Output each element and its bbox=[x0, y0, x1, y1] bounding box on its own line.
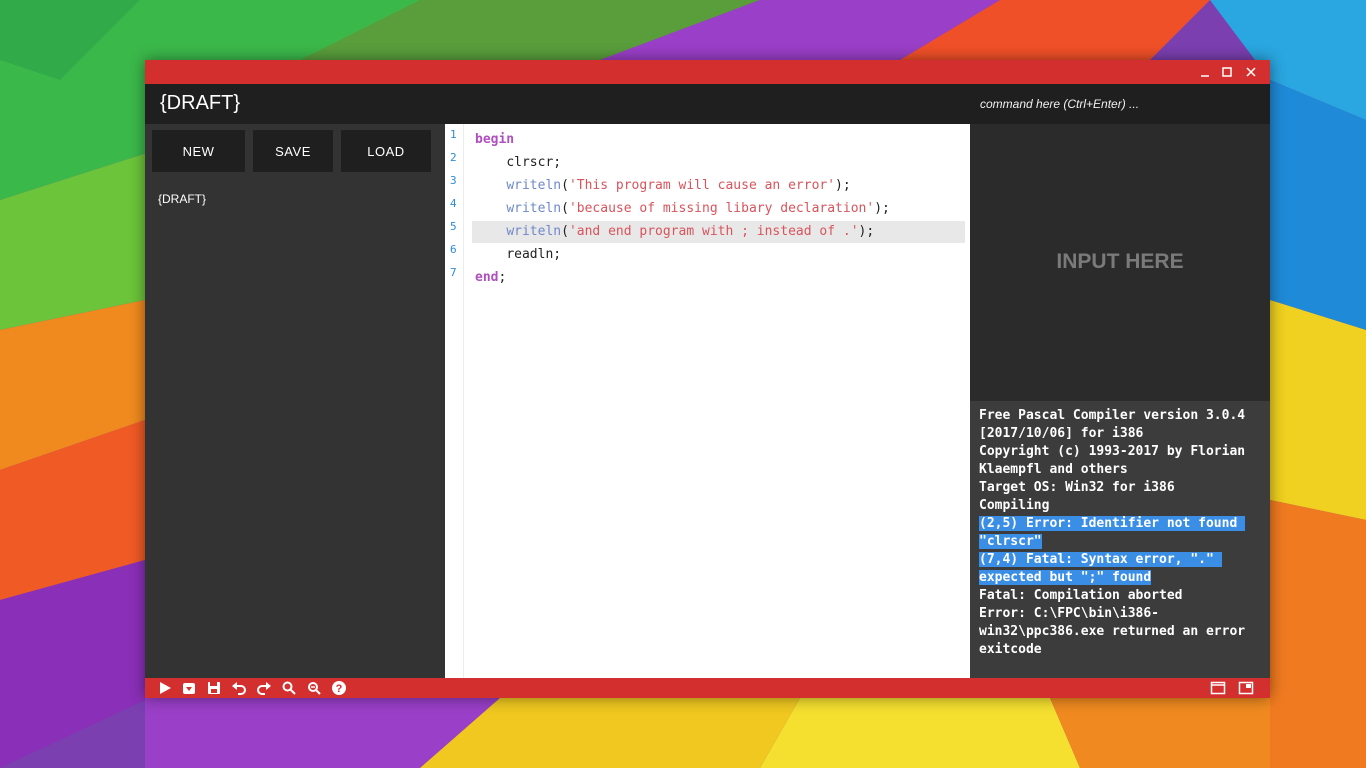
save-button[interactable]: SAVE bbox=[253, 130, 333, 172]
output-line: Fatal: Compilation aborted bbox=[979, 587, 1261, 605]
code-token: readln; bbox=[506, 247, 562, 262]
new-button[interactable]: NEW bbox=[152, 130, 245, 172]
code-token: 'and end program with ; instead of .' bbox=[568, 224, 859, 239]
selected-output-text: (7,4) Fatal: Syntax error, "." bbox=[979, 552, 1222, 567]
code-token: writeln bbox=[506, 224, 562, 239]
code-token: ); bbox=[874, 201, 890, 216]
output-line: Free Pascal Compiler version 3.0.4 bbox=[979, 407, 1261, 425]
code-line[interactable]: writeln('and end program with ; instead … bbox=[475, 221, 874, 243]
line-number: 4 bbox=[450, 197, 457, 210]
app-window: {DRAFT} NEW SAVE LOAD {DRAFT} 1 2 3 4 5 … bbox=[145, 60, 1270, 698]
compiler-output[interactable]: Free Pascal Compiler version 3.0.4 [2017/… bbox=[970, 401, 1270, 678]
search-icon[interactable] bbox=[281, 680, 297, 696]
code-line[interactable]: readln; bbox=[475, 244, 561, 266]
file-sidebar: NEW SAVE LOAD {DRAFT} bbox=[145, 124, 445, 678]
line-number-gutter: 1 2 3 4 5 6 7 bbox=[445, 124, 464, 678]
line-number: 5 bbox=[450, 220, 457, 233]
input-placeholder-label: INPUT HERE bbox=[1056, 250, 1184, 273]
line-number: 7 bbox=[450, 266, 457, 279]
save-icon[interactable] bbox=[206, 680, 222, 696]
command-input[interactable] bbox=[980, 92, 1265, 116]
minimize-icon bbox=[1201, 75, 1209, 77]
undo-icon[interactable] bbox=[231, 680, 247, 696]
selected-output-text: "clrscr" bbox=[979, 534, 1042, 549]
output-text: Fatal: Compilation aborted bbox=[979, 588, 1183, 603]
load-button[interactable]: LOAD bbox=[341, 130, 431, 172]
code-line[interactable]: end; bbox=[475, 267, 506, 289]
replace-icon[interactable] bbox=[306, 680, 322, 696]
output-line: Klaempfl and others bbox=[979, 461, 1261, 479]
line-number: 1 bbox=[450, 128, 457, 141]
redo-icon[interactable] bbox=[256, 680, 272, 696]
code-token: begin bbox=[475, 132, 515, 147]
output-text: Free Pascal Compiler version 3.0.4 bbox=[979, 408, 1246, 423]
code-line[interactable]: writeln('because of missing libary decla… bbox=[475, 198, 890, 220]
maximize-icon bbox=[1222, 67, 1232, 77]
svg-text:?: ? bbox=[336, 683, 343, 695]
code-token: ); bbox=[858, 224, 875, 239]
split-view-icon[interactable] bbox=[1238, 680, 1254, 696]
output-line: (7,4) Fatal: Syntax error, "." bbox=[979, 551, 1261, 569]
code-token: writeln bbox=[506, 178, 562, 193]
code-token: 'This program will cause an error' bbox=[568, 178, 836, 193]
close-icon bbox=[1246, 67, 1256, 77]
maximize-button[interactable] bbox=[1217, 63, 1237, 81]
code-line[interactable]: begin bbox=[475, 129, 514, 151]
code-token: ( bbox=[561, 178, 569, 193]
input-pane[interactable]: INPUT HERE bbox=[970, 124, 1270, 401]
output-line: [2017/10/06] for i386 bbox=[979, 425, 1261, 443]
run-icon[interactable] bbox=[157, 680, 173, 696]
compile-icon[interactable] bbox=[181, 680, 197, 696]
bottom-toolbar: ? bbox=[145, 678, 1270, 698]
app-header: {DRAFT} bbox=[145, 84, 1270, 124]
output-line: Copyright (c) 1993-2017 by Florian bbox=[979, 443, 1261, 461]
code-token: clrscr; bbox=[506, 155, 562, 170]
code-token: end bbox=[475, 270, 499, 285]
output-text: Copyright (c) 1993-2017 by Florian bbox=[979, 444, 1246, 459]
output-line: Target OS: Win32 for i386 bbox=[979, 479, 1261, 497]
output-line: Compiling bbox=[979, 497, 1261, 515]
output-text: win32\ppc386.exe returned an error bbox=[979, 624, 1246, 639]
file-list-item[interactable]: {DRAFT} bbox=[158, 192, 206, 206]
output-text: Compiling bbox=[979, 498, 1050, 513]
code-token: 'because of missing libary declaration' bbox=[568, 201, 875, 216]
code-token: writeln bbox=[506, 201, 562, 216]
code-token: ); bbox=[835, 178, 851, 193]
output-line: (2,5) Error: Identifier not found bbox=[979, 515, 1261, 533]
output-line: win32\ppc386.exe returned an error bbox=[979, 623, 1261, 641]
help-icon[interactable]: ? bbox=[331, 680, 347, 696]
selected-output-text: (2,5) Error: Identifier not found bbox=[979, 516, 1246, 531]
output-text: Klaempfl and others bbox=[979, 462, 1128, 477]
line-number: 2 bbox=[450, 151, 457, 164]
output-line: "clrscr" bbox=[979, 533, 1261, 551]
selected-output-text: expected but ";" found bbox=[979, 570, 1152, 585]
code-token: ; bbox=[498, 270, 507, 285]
code-line[interactable]: clrscr; bbox=[475, 152, 561, 174]
output-text: exitcode bbox=[979, 642, 1042, 657]
code-token: ( bbox=[561, 201, 569, 216]
output-line: Error: C:\FPC\bin\i386- bbox=[979, 605, 1261, 623]
document-title: {DRAFT} bbox=[160, 92, 241, 114]
output-text: [2017/10/06] for i386 bbox=[979, 426, 1144, 441]
output-text: Error: C:\FPC\bin\i386- bbox=[979, 606, 1160, 621]
code-line[interactable]: writeln('This program will cause an erro… bbox=[475, 175, 851, 197]
output-line: exitcode bbox=[979, 641, 1261, 659]
minimize-button[interactable] bbox=[1195, 63, 1215, 81]
code-editor[interactable]: 1 2 3 4 5 6 7 begin clrscr; writeln('Thi… bbox=[445, 124, 970, 678]
close-button[interactable] bbox=[1241, 63, 1261, 81]
output-text: Target OS: Win32 for i386 bbox=[979, 480, 1175, 495]
line-number: 3 bbox=[450, 174, 457, 187]
window-titlebar[interactable] bbox=[145, 60, 1270, 84]
line-number: 6 bbox=[450, 243, 457, 256]
window-mode-icon[interactable] bbox=[1210, 680, 1226, 696]
code-token: ( bbox=[561, 224, 569, 239]
output-line: expected but ";" found bbox=[979, 569, 1261, 587]
